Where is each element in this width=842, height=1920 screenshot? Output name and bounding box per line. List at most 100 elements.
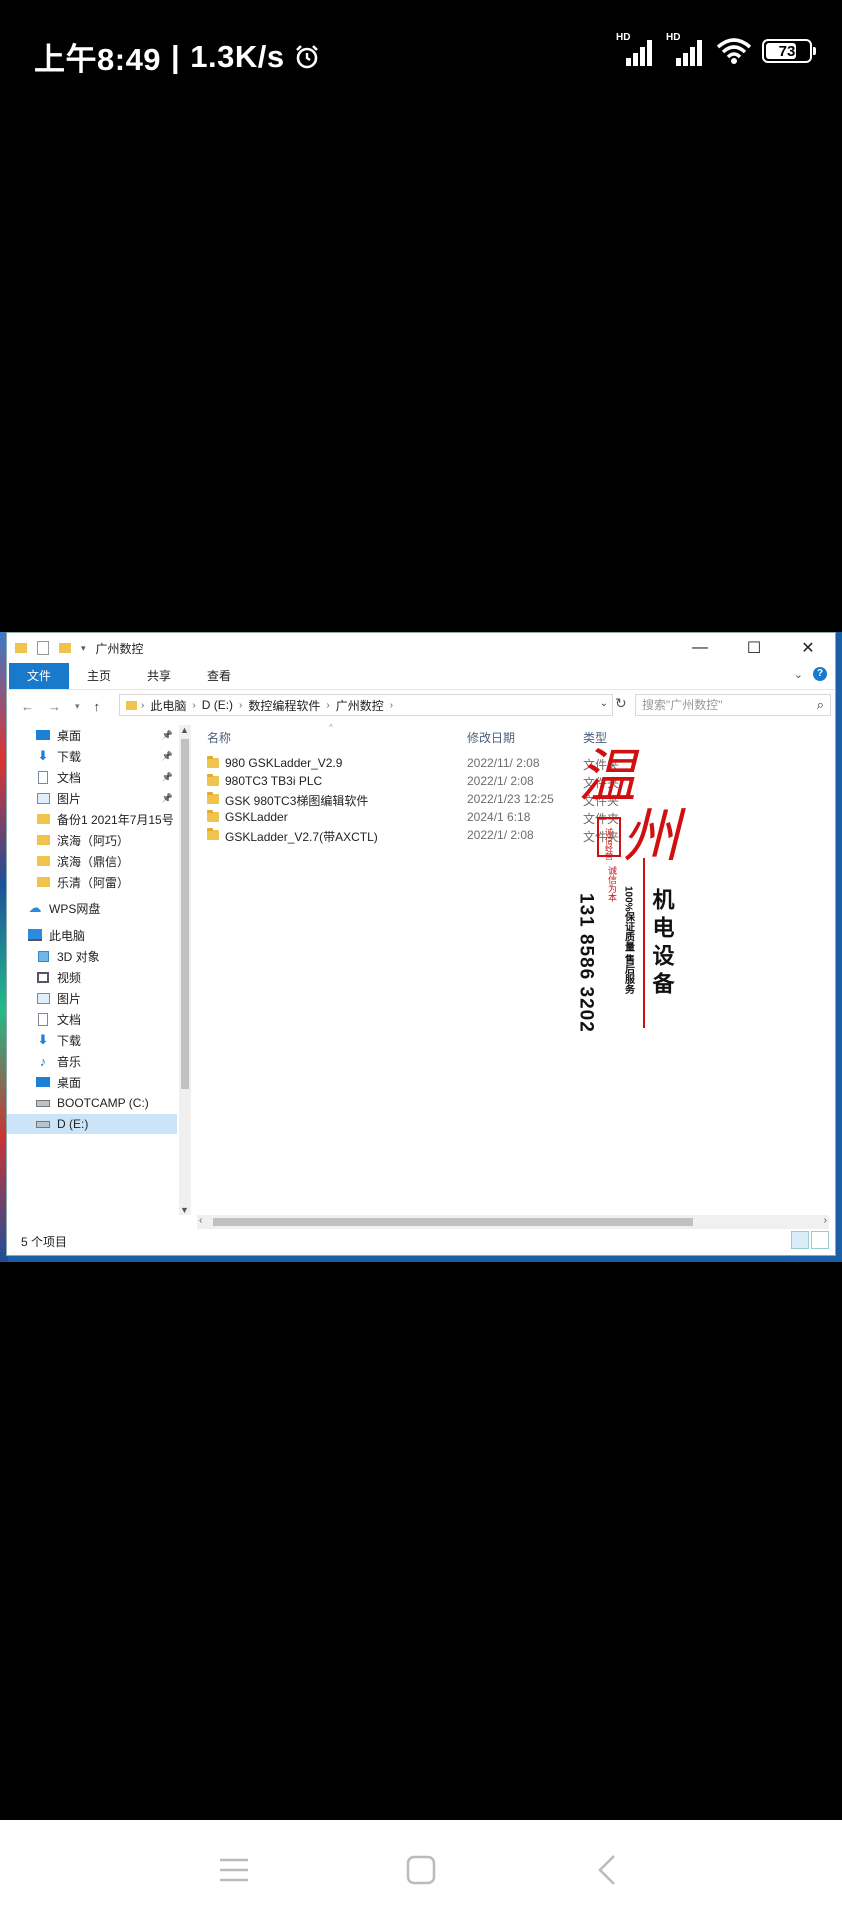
properties-icon[interactable] [37, 641, 49, 655]
sort-indicator-icon: ^ [329, 723, 333, 732]
sidebar-item[interactable]: 滨海（阿巧） [7, 830, 177, 850]
chevron-right-icon: › [192, 699, 196, 711]
watermark-stamp: 诚信经营 [605, 827, 614, 861]
pin-icon[interactable]: 📌 [162, 751, 173, 762]
sidebar-item[interactable]: ☁ WPS网盘 [7, 898, 177, 918]
tab-file[interactable]: 文件 [9, 663, 70, 689]
sidebar-item-label: 滨海（阿巧） [57, 833, 130, 848]
minimize-button[interactable]: — [673, 633, 727, 663]
column-name[interactable]: 名称 [207, 729, 231, 749]
sidebar-item[interactable]: 3D 对象 [7, 946, 177, 966]
horizontal-scroll-thumb[interactable] [213, 1218, 693, 1226]
folder-icon [207, 792, 219, 804]
sidebar-item[interactable]: ♪ 音乐 [7, 1051, 177, 1071]
folder-icon [35, 854, 51, 868]
maximize-button[interactable]: ☐ [727, 633, 781, 663]
sidebar-item[interactable]: 图片 [7, 988, 177, 1008]
address-dropdown-icon[interactable]: ⌄ [600, 698, 608, 709]
sidebar-item-label: 下载 [57, 749, 82, 764]
breadcrumb-this-pc[interactable]: 此电脑 [150, 697, 186, 714]
home-icon[interactable] [401, 1850, 441, 1890]
help-icon[interactable]: ? [813, 667, 827, 681]
back-icon[interactable] [588, 1850, 628, 1890]
pin-icon[interactable]: 📌 [162, 793, 173, 804]
drive-icon [35, 1096, 51, 1110]
horizontal-scrollbar[interactable]: ‹ › [197, 1215, 829, 1229]
sidebar-scrollbar[interactable]: ▲ ▼ [179, 725, 191, 1215]
breadcrumb-drive[interactable]: D (E:) [202, 698, 233, 712]
scroll-down-icon[interactable]: ▼ [180, 1205, 189, 1215]
recent-dropdown-icon[interactable]: ▾ [75, 701, 80, 712]
sidebar-item[interactable]: 视频 [7, 967, 177, 987]
view-buttons [791, 1231, 829, 1249]
drive-icon [35, 1117, 51, 1131]
desktop-icon [35, 728, 51, 742]
sidebar-item-label: 图片 [57, 791, 82, 806]
breadcrumb-software[interactable]: 数控编程软件 [248, 697, 320, 714]
tab-view[interactable]: 查看 [189, 663, 249, 689]
large-icons-view-icon[interactable] [811, 1231, 829, 1249]
sidebar-item-label: 图片 [57, 991, 82, 1006]
sidebar-item[interactable]: BOOTCAMP (C:) [7, 1093, 177, 1113]
pin-icon[interactable]: 📌 [162, 730, 173, 741]
sidebar-item[interactable]: 图片 📌 [7, 788, 177, 808]
search-icon[interactable]: ⌕ [817, 695, 824, 715]
search-box[interactable]: 搜索"广州数控" ⌕ [635, 694, 831, 716]
up-arrow-icon[interactable]: ↑ [94, 699, 101, 714]
sidebar-item[interactable]: 桌面 [7, 1072, 177, 1092]
download-icon: ⬇ [37, 1032, 49, 1047]
watermark-char-1: 温 [578, 742, 640, 810]
refresh-icon[interactable]: ↻ [615, 695, 627, 712]
close-button[interactable]: ✕ [781, 633, 835, 663]
customize-dropdown-icon[interactable]: ▾ [81, 643, 86, 654]
sidebar-item[interactable]: 文档 [7, 1009, 177, 1029]
tab-share[interactable]: 共享 [129, 663, 189, 689]
pin-icon[interactable]: 📌 [162, 772, 173, 783]
file-row[interactable]: 980 GSKLadder_V2.9 2022/11/ 2:08 文件夹 [207, 755, 827, 773]
address-bar[interactable]: › 此电脑 › D (E:) › 数控编程软件 › 广州数控 › ⌄ [119, 694, 613, 716]
watermark-slogan1: 诚信为本 [607, 865, 617, 903]
scroll-left-icon[interactable]: ‹ [199, 1215, 202, 1226]
file-row[interactable]: GSK 980TC3梯图编辑软件 2022/1/23 12:25 文件夹 [207, 791, 827, 809]
signal-icon-sim1: HD [616, 32, 656, 66]
quick-access-toolbar: ▾ [7, 641, 86, 655]
sidebar-item[interactable]: D (E:) [7, 1114, 177, 1134]
status-left: 上午8:49 | 1.3K/s [34, 34, 321, 79]
sidebar-item[interactable]: 备份1 2021年7月15号 [7, 809, 177, 829]
file-row[interactable]: 980TC3 TB3i PLC 2022/1/ 2:08 文件夹 [207, 773, 827, 791]
sidebar-item-label: 乐清（阿雷） [57, 875, 130, 890]
column-date[interactable]: 修改日期 [467, 729, 515, 749]
file-date: 2022/1/23 12:25 [467, 792, 554, 806]
file-date: 2024/1 6:18 [467, 810, 531, 824]
tab-home[interactable]: 主页 [69, 663, 129, 689]
item-count: 5 个项目 [21, 1235, 68, 1249]
sidebar-item[interactable]: 桌面 📌 [7, 725, 177, 745]
back-arrow-icon[interactable]: ← [21, 699, 34, 714]
file-row[interactable]: GSKLadder 2024/1 6:18 文件夹 [207, 809, 827, 827]
wifi-icon [716, 38, 752, 64]
window-controls: — ☐ ✕ [673, 633, 835, 663]
expand-ribbon-icon[interactable]: ⌄ [794, 668, 803, 681]
battery-icon: 73 [762, 39, 816, 63]
breadcrumb-current[interactable]: 广州数控 [336, 697, 384, 714]
sidebar-item[interactable]: ⬇ 下载 [7, 1030, 177, 1050]
file-row[interactable]: GSKLadder_V2.7(带AXCTL) 2022/1/ 2:08 文件夹 [207, 827, 827, 845]
phone-status-bar: 上午8:49 | 1.3K/s HD HD 73 [0, 0, 842, 110]
file-name: GSKLadder_V2.7(带AXCTL) [225, 830, 378, 844]
sidebar-item-label: 下载 [57, 1033, 82, 1048]
scroll-right-icon[interactable]: › [824, 1215, 827, 1226]
details-view-icon[interactable] [791, 1231, 809, 1249]
sidebar-item-label: WPS网盘 [49, 901, 101, 916]
signal-icon-sim2: HD [666, 32, 706, 66]
sidebar-item[interactable]: 乐清（阿雷） [7, 872, 177, 892]
forward-arrow-icon[interactable]: → [48, 699, 61, 714]
scroll-thumb[interactable] [181, 739, 189, 1089]
sidebar-item[interactable]: ⬇ 下载 📌 [7, 746, 177, 766]
sidebar-item[interactable]: 文档 📌 [7, 767, 177, 787]
sidebar-item[interactable]: 此电脑 [7, 925, 177, 945]
document-icon [35, 1012, 51, 1026]
sidebar-item[interactable]: 滨海（鼎信） [7, 851, 177, 871]
new-folder-icon[interactable] [59, 643, 71, 653]
scroll-up-icon[interactable]: ▲ [180, 725, 189, 735]
menu-icon[interactable] [214, 1850, 254, 1890]
